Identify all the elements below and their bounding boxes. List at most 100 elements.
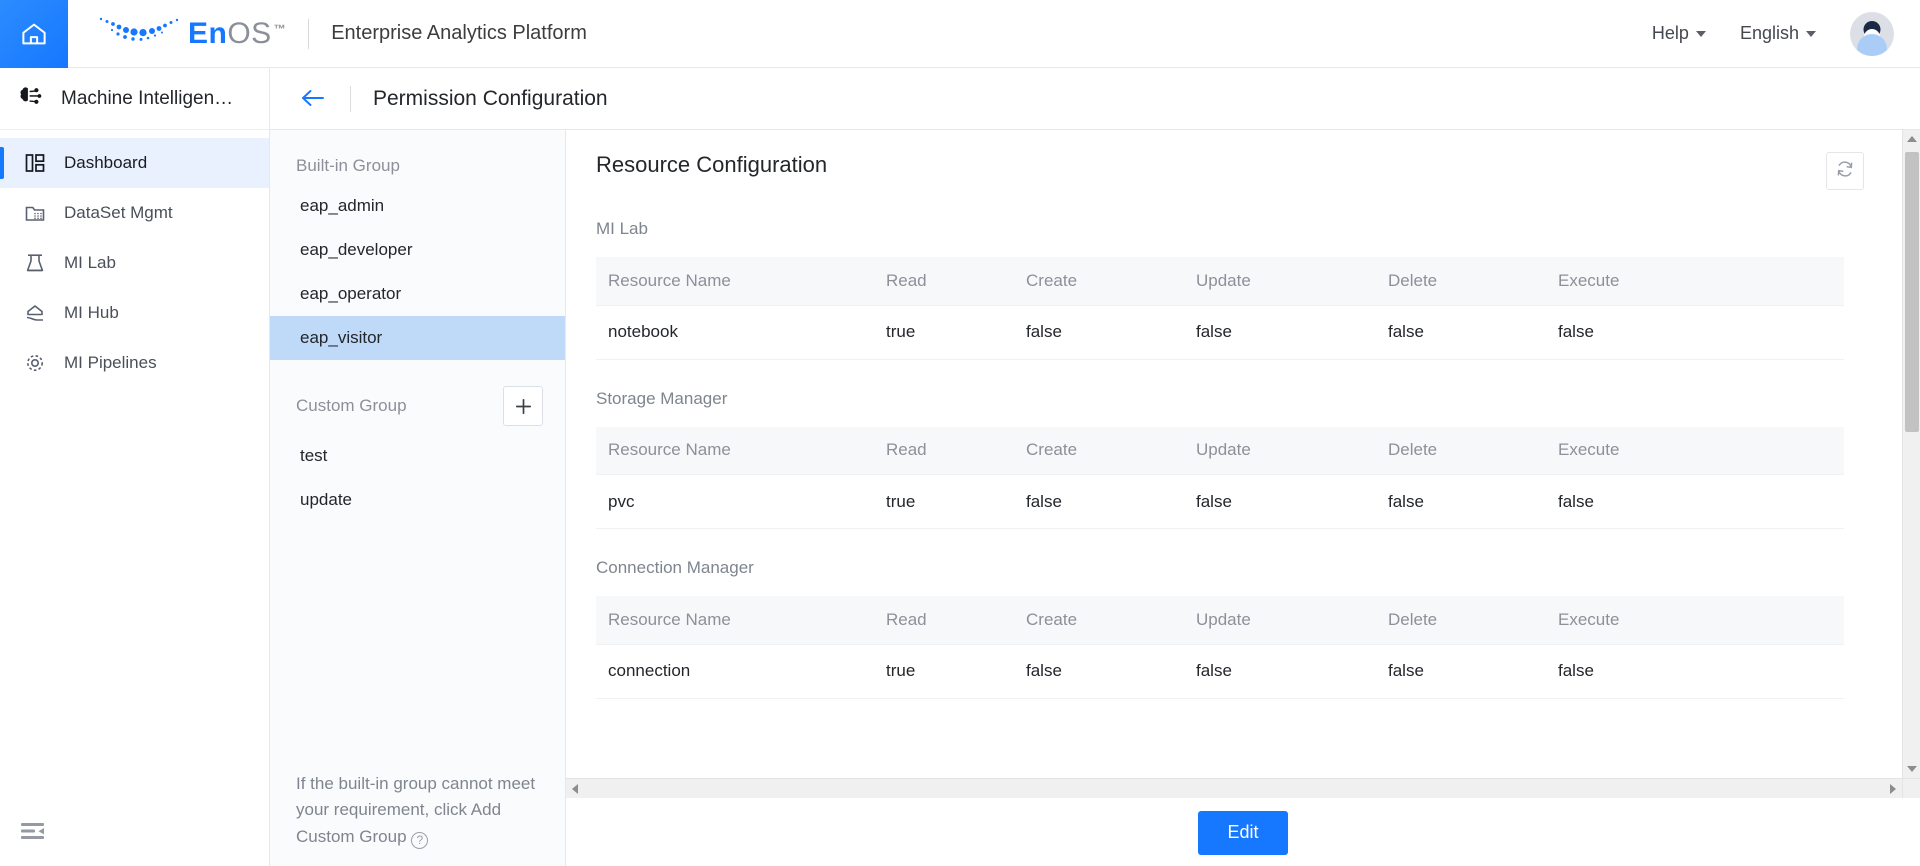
edit-button[interactable]: Edit: [1198, 810, 1288, 855]
enos-word-os: OS: [227, 16, 272, 50]
column-header-execute: Execute: [1546, 257, 1844, 306]
collapse-sidebar-icon: [20, 823, 45, 845]
pipeline-icon: [23, 352, 47, 374]
custom-group-label: Custom Group: [296, 396, 407, 415]
sidebar-item-dashboard[interactable]: Dashboard: [0, 138, 269, 188]
cell-read: true: [874, 644, 1014, 699]
group-item-label: eap_admin: [300, 196, 385, 215]
cell-create: false: [1014, 305, 1184, 360]
sidebar-item-mi-lab[interactable]: MI Lab: [0, 238, 269, 288]
refresh-icon: [1835, 159, 1855, 184]
brain-icon: [16, 82, 44, 115]
scroll-down-button[interactable]: [1903, 760, 1920, 778]
home-button[interactable]: [0, 0, 68, 68]
column-header-read: Read: [874, 257, 1014, 306]
scroll-up-button[interactable]: [1903, 130, 1920, 148]
home-icon: [19, 19, 49, 49]
permission-table-storage-manager: Resource Name Read Create Update Delete …: [596, 426, 1844, 529]
scroll-left-button[interactable]: [566, 779, 584, 798]
top-header-bar: En OS ™ Enterprise Analytics Platform He…: [0, 0, 1920, 68]
chevron-down-icon: [1806, 30, 1816, 37]
enos-logo[interactable]: En OS ™: [96, 14, 286, 53]
custom-group-hint: If the built-in group cannot meet your r…: [270, 771, 566, 850]
cell-resource-name: notebook: [596, 305, 874, 360]
enos-wordmark: En OS ™: [188, 17, 286, 51]
column-header-delete: Delete: [1376, 257, 1546, 306]
cell-create: false: [1014, 474, 1184, 529]
triangle-down-icon: [1907, 766, 1917, 772]
table-header-row: Resource Name Read Create Update Delete …: [596, 426, 1844, 475]
collapse-sidebar-button[interactable]: [20, 821, 45, 846]
triangle-right-icon: [1890, 783, 1896, 794]
sidebar-item-list: Dashboard DataSet Mgmt MI Lab MI Hub MI …: [0, 130, 269, 388]
builtin-group-list: eap_admin eap_developer eap_operator eap…: [270, 184, 565, 360]
refresh-button[interactable]: [1826, 152, 1864, 190]
cell-update: false: [1184, 305, 1376, 360]
sidebar-item-label: DataSet Mgmt: [64, 203, 173, 222]
vertical-scrollbar-thumb[interactable]: [1905, 152, 1919, 432]
brand-divider: [308, 18, 310, 49]
column-header-delete: Delete: [1376, 426, 1546, 475]
help-menu[interactable]: Help: [1652, 23, 1706, 44]
triangle-up-icon: [1907, 136, 1917, 142]
group-item-eap-developer[interactable]: eap_developer: [270, 228, 565, 272]
group-item-eap-operator[interactable]: eap_operator: [270, 272, 565, 316]
question-circle-icon[interactable]: ?: [411, 831, 429, 849]
sidebar-module-label: Machine Intelligen…: [61, 87, 234, 109]
column-header-execute: Execute: [1546, 426, 1844, 475]
sidebar-item-mi-pipelines[interactable]: MI Pipelines: [0, 338, 269, 388]
avatar[interactable]: [1850, 11, 1894, 56]
enos-dots-icon: [96, 14, 182, 53]
flask-icon: [23, 252, 47, 274]
language-menu[interactable]: English: [1740, 23, 1816, 44]
column-header-update: Update: [1184, 257, 1376, 306]
sidebar-item-mi-hub[interactable]: MI Hub: [0, 288, 269, 338]
content-panel: Resource Configuration MI Lab Resource N…: [566, 130, 1920, 866]
cell-execute: false: [1546, 644, 1844, 699]
group-item-eap-admin[interactable]: eap_admin: [270, 184, 565, 228]
sidebar: Machine Intelligen… Dashboard DataSet Mg…: [0, 68, 270, 866]
back-arrow-icon[interactable]: [296, 86, 330, 112]
sidebar-item-label: MI Lab: [64, 253, 116, 272]
dataset-icon: [23, 202, 47, 224]
page-header-divider: [350, 85, 351, 112]
table-header-row: Resource Name Read Create Update Delete …: [596, 257, 1844, 306]
content-footer: Edit: [566, 799, 1920, 866]
group-item-label: eap_developer: [300, 240, 413, 259]
brand-area: En OS ™ Enterprise Analytics Platform: [68, 0, 587, 68]
group-item-label: update: [300, 490, 352, 509]
cell-delete: false: [1376, 644, 1546, 699]
cell-resource-name: connection: [596, 644, 874, 699]
cell-create: false: [1014, 644, 1184, 699]
help-menu-label: Help: [1651, 23, 1689, 43]
scroll-right-button[interactable]: [1884, 779, 1902, 798]
group-item-label: test: [300, 446, 328, 465]
language-menu-label: English: [1739, 23, 1799, 43]
column-header-read: Read: [874, 426, 1014, 475]
group-item-label: eap_operator: [300, 284, 402, 303]
sidebar-item-label: Dashboard: [64, 153, 148, 172]
custom-group-header: Custom Group: [270, 360, 565, 434]
column-header-update: Update: [1184, 426, 1376, 475]
section-title-mi-lab: MI Lab: [596, 219, 648, 238]
group-item-eap-visitor[interactable]: eap_visitor: [270, 316, 565, 360]
table-header-row: Resource Name Read Create Update Delete …: [596, 596, 1844, 645]
cell-update: false: [1184, 474, 1376, 529]
section-title-storage-manager: Storage Manager: [596, 388, 728, 408]
hub-icon: [23, 302, 47, 324]
sidebar-module-title: Machine Intelligen…: [0, 68, 269, 130]
content-horizontal-scrollbar[interactable]: [566, 778, 1902, 798]
add-custom-group-button[interactable]: [503, 386, 543, 426]
triangle-left-icon: [572, 783, 578, 794]
enos-trademark: ™: [273, 21, 287, 36]
permission-table-connection-manager: Resource Name Read Create Update Delete …: [596, 596, 1844, 699]
column-header-create: Create: [1014, 426, 1184, 475]
column-header-create: Create: [1014, 596, 1184, 645]
content-vertical-scrollbar[interactable]: [1902, 130, 1920, 778]
chevron-down-icon: [1695, 30, 1706, 37]
scrollbar-corner: [1902, 778, 1920, 798]
group-item-update[interactable]: update: [270, 478, 565, 522]
sidebar-item-dataset-mgmt[interactable]: DataSet Mgmt: [0, 188, 269, 238]
group-item-test[interactable]: test: [270, 434, 565, 478]
column-header-create: Create: [1014, 257, 1184, 306]
